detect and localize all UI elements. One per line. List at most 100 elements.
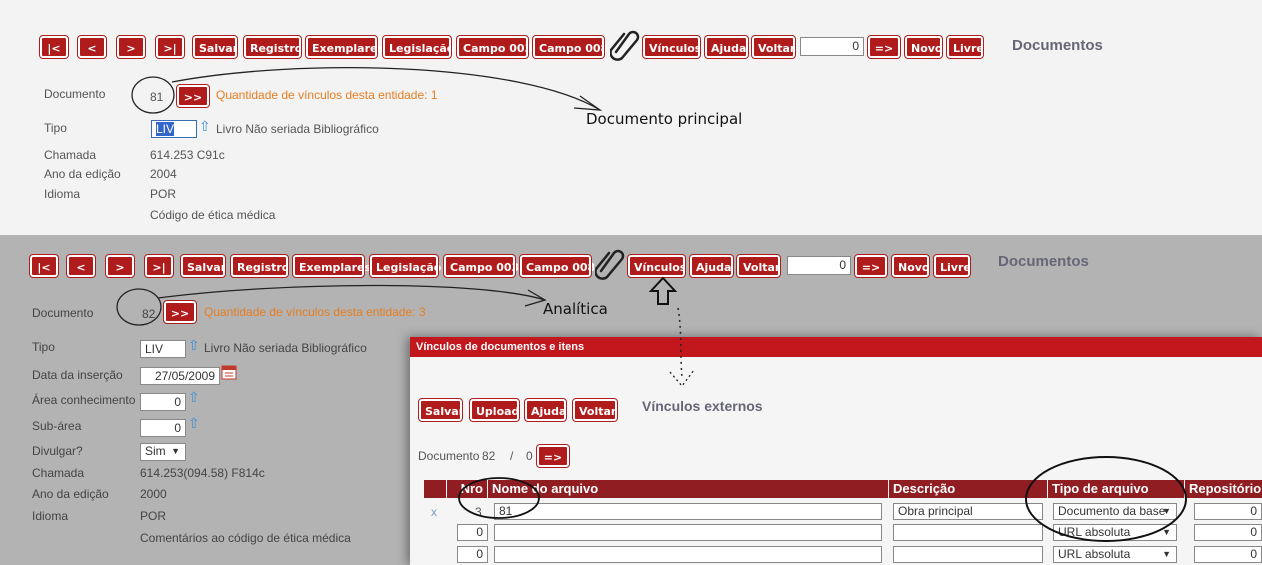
tipo-description: Livro Não seriada Bibliográfico xyxy=(204,341,367,355)
first-record-button[interactable]: |< xyxy=(39,35,69,59)
paperclip-icon[interactable] xyxy=(610,28,640,62)
tipo-input[interactable]: LIV xyxy=(151,120,197,138)
tipo-input[interactable]: LIV xyxy=(140,340,186,358)
dialog-upload-button[interactable]: Upload xyxy=(469,398,520,422)
row-tipo-value: URL absoluta xyxy=(1058,547,1131,561)
row-nome-input[interactable] xyxy=(494,546,882,563)
campo-008-button[interactable]: Campo 008 xyxy=(532,35,608,59)
row-descricao-input[interactable] xyxy=(893,546,1043,563)
data-insercao-input[interactable]: 27/05/2009 xyxy=(140,367,220,385)
record-number-input[interactable]: 0 xyxy=(800,37,864,56)
divulgar-value: Sim xyxy=(145,444,166,458)
idioma-label: Idioma xyxy=(44,187,81,201)
dialog-heading: Vínculos externos xyxy=(642,398,763,414)
row-repositorio-input[interactable]: 0 xyxy=(1194,524,1262,541)
previous-record-button[interactable]: < xyxy=(66,254,96,278)
paperclip-icon[interactable] xyxy=(595,247,625,281)
row-descricao-input[interactable]: Obra principal xyxy=(893,503,1043,520)
row-repositorio-input[interactable]: 0 xyxy=(1194,546,1262,563)
area-conhecimento-input[interactable]: 0 xyxy=(140,393,186,411)
livre-button[interactable]: Livre xyxy=(946,35,984,59)
row-tipo-select[interactable]: Documento da base ▼ xyxy=(1053,503,1177,520)
registro-button[interactable]: Registro xyxy=(243,35,302,59)
subarea-input[interactable]: 0 xyxy=(140,419,186,437)
tipo-label: Tipo xyxy=(44,121,67,135)
vinculos-button[interactable]: Vínculos xyxy=(627,254,686,278)
novo-button[interactable]: Novo xyxy=(904,35,943,59)
calendar-icon[interactable] xyxy=(221,364,237,380)
document-open-button[interactable]: >> xyxy=(176,84,210,108)
dialog-voltar-button[interactable]: Voltar xyxy=(572,398,618,422)
chevron-down-icon: ▼ xyxy=(171,446,180,456)
tipo-label: Tipo xyxy=(32,340,55,354)
row-nro-input[interactable]: 0 xyxy=(457,546,488,563)
chamada-label: Chamada xyxy=(32,466,85,480)
row-nome-input[interactable]: 81 xyxy=(494,503,882,520)
subarea-label: Sub-área xyxy=(32,419,82,433)
divulgar-select[interactable]: Sim ▼ xyxy=(140,443,186,461)
row-nro: 3 xyxy=(475,505,482,519)
campo-003-button[interactable]: Campo 003 xyxy=(443,254,519,278)
delete-row-icon[interactable]: x xyxy=(431,505,437,519)
titulo-value: Comentários ao código de ética médica xyxy=(140,531,351,545)
page-title: Documentos xyxy=(998,253,1089,270)
document-open-button[interactable]: >> xyxy=(163,300,197,324)
column-header-action xyxy=(424,480,446,498)
lookup-arrow-icon[interactable]: ⇧ xyxy=(199,118,211,135)
row-nro-input[interactable]: 0 xyxy=(457,524,488,541)
dialog-documento-label: Documento xyxy=(418,449,480,463)
row-nome-input[interactable] xyxy=(494,524,882,541)
campo-003-button[interactable]: Campo 003 xyxy=(456,35,532,59)
column-header-tipo: Tipo de arquivo xyxy=(1048,480,1184,498)
livre-button[interactable]: Livre xyxy=(933,254,971,278)
goto-record-button[interactable]: => xyxy=(854,254,888,278)
voltar-button[interactable]: Voltar xyxy=(751,35,796,59)
row-tipo-select[interactable]: URL absoluta ▼ xyxy=(1053,524,1177,541)
row-descricao-input[interactable] xyxy=(893,524,1043,541)
dialog-ajuda-button[interactable]: Ajuda xyxy=(524,398,567,422)
row-tipo-value: URL absoluta xyxy=(1058,525,1131,539)
dialog-slash: / xyxy=(510,449,514,463)
dialog-salvar-button[interactable]: Salvar xyxy=(418,398,464,422)
novo-button[interactable]: Novo xyxy=(891,254,930,278)
chevron-down-icon: ▼ xyxy=(1162,527,1171,537)
idioma-value: POR xyxy=(140,509,167,523)
row-repositorio-input[interactable]: 0 xyxy=(1194,503,1262,520)
goto-record-button[interactable]: => xyxy=(867,35,901,59)
lookup-arrow-icon[interactable]: ⇧ xyxy=(188,415,200,432)
first-record-button[interactable]: |< xyxy=(29,254,59,278)
lookup-arrow-icon[interactable]: ⇧ xyxy=(188,337,200,354)
salvar-button[interactable]: Salvar xyxy=(180,254,226,278)
exemplares-button[interactable]: Exemplares xyxy=(305,35,384,59)
next-record-button[interactable]: > xyxy=(116,35,146,59)
salvar-button[interactable]: Salvar xyxy=(192,35,238,59)
vinculos-count-text: Quantidade de vínculos desta entidade: 1 xyxy=(216,88,438,102)
dialog-documento-value: 82 xyxy=(482,449,496,463)
legislacao-button[interactable]: Legislação xyxy=(369,254,441,278)
vinculos-count-text: Quantidade de vínculos desta entidade: 3 xyxy=(204,305,426,319)
previous-record-button[interactable]: < xyxy=(77,35,107,59)
idioma-value: POR xyxy=(150,187,177,201)
row-tipo-select[interactable]: URL absoluta ▼ xyxy=(1053,546,1177,563)
last-record-button[interactable]: >| xyxy=(155,35,185,59)
registro-button[interactable]: Registro xyxy=(230,254,289,278)
campo-008-button[interactable]: Campo 008 xyxy=(519,254,595,278)
dialog-counter: 0 xyxy=(526,449,533,463)
ano-edicao-label: Ano da edição xyxy=(32,487,109,501)
next-record-button[interactable]: > xyxy=(105,254,135,278)
record-number-input[interactable]: 0 xyxy=(787,256,851,275)
column-header-nome: Nome do arquivo xyxy=(488,480,888,498)
voltar-button[interactable]: Voltar xyxy=(736,254,781,278)
vinculos-button[interactable]: Vínculos xyxy=(642,35,701,59)
exemplares-button[interactable]: Exemplares xyxy=(292,254,371,278)
ano-edicao-value: 2004 xyxy=(150,167,177,181)
ajuda-button[interactable]: Ajuda xyxy=(704,35,749,59)
chevron-down-icon: ▼ xyxy=(1162,506,1171,516)
ajuda-button[interactable]: Ajuda xyxy=(689,254,734,278)
chamada-label: Chamada xyxy=(44,148,97,162)
dialog-goto-button[interactable]: => xyxy=(536,444,570,468)
legislacao-button[interactable]: Legislação xyxy=(382,35,454,59)
lookup-arrow-icon[interactable]: ⇧ xyxy=(188,389,200,406)
documento-value: 81 xyxy=(150,90,164,104)
last-record-button[interactable]: >| xyxy=(144,254,174,278)
